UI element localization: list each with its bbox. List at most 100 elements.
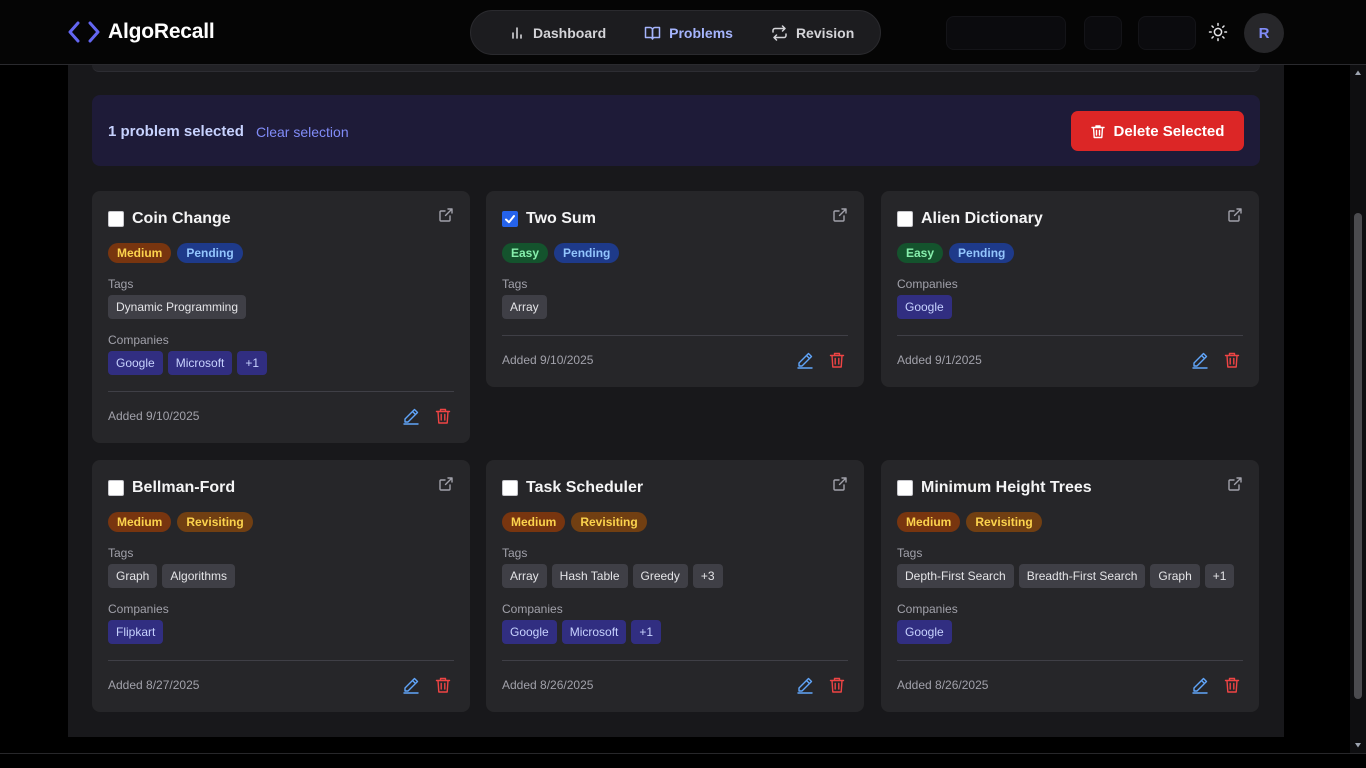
tag-chip[interactable]: Breadth-First Search — [1018, 564, 1146, 588]
open-link-button[interactable] — [438, 207, 454, 223]
tag-chip[interactable]: Dynamic Programming — [108, 295, 247, 319]
app-logo[interactable]: AlgoRecall — [68, 18, 215, 46]
companies-list: Flipkart — [108, 620, 164, 644]
bar-chart-icon — [512, 26, 522, 39]
problem-card[interactable]: Task Scheduler Medium Revisiting Tags Array H… — [486, 460, 864, 712]
trash-icon — [829, 677, 845, 693]
trash-icon — [435, 677, 451, 693]
pencil-icon — [797, 352, 813, 369]
added-date: Added 9/10/2025 — [108, 409, 200, 423]
nav-dashboard[interactable]: Dashboard — [509, 25, 606, 41]
company-chip[interactable]: Flipkart — [108, 620, 164, 644]
trash-icon — [829, 352, 845, 368]
tag-chip[interactable]: Hash Table — [551, 564, 628, 588]
edit-button[interactable] — [796, 676, 814, 694]
select-checkbox[interactable] — [897, 480, 913, 496]
select-checkbox[interactable] — [897, 211, 913, 227]
trash-icon — [1224, 677, 1240, 693]
tag-chip[interactable]: +3 — [692, 564, 723, 588]
trash-icon — [1090, 124, 1105, 138]
sun-icon — [1208, 22, 1228, 42]
select-checkbox[interactable] — [502, 480, 518, 496]
status-badge: Pending — [177, 243, 243, 263]
companies-list: Google — [897, 620, 952, 644]
company-chip[interactable]: Microsoft — [167, 351, 233, 375]
nav-problems[interactable]: Problems — [644, 25, 733, 41]
company-chip[interactable]: Google — [897, 620, 952, 644]
select-checkbox[interactable] — [108, 211, 124, 227]
edit-button[interactable] — [1191, 676, 1209, 694]
status-badge: Revisiting — [966, 512, 1042, 532]
select-checkbox[interactable] — [502, 211, 518, 227]
page-scrollbar[interactable] — [1350, 65, 1366, 753]
delete-button[interactable] — [828, 351, 846, 369]
open-link-button[interactable] — [832, 476, 848, 492]
tag-chip[interactable]: Graph — [1150, 564, 1200, 588]
open-link-button[interactable] — [832, 207, 848, 223]
scroll-down-arrow-icon[interactable] — [1354, 741, 1362, 749]
companies-label: Companies — [897, 277, 958, 291]
problem-title: Two Sum — [526, 210, 596, 227]
delete-button[interactable] — [828, 676, 846, 694]
company-chip[interactable]: +1 — [237, 351, 268, 375]
open-link-button[interactable] — [1227, 207, 1243, 223]
tag-chip[interactable]: Depth-First Search — [897, 564, 1014, 588]
delete-button[interactable] — [434, 407, 452, 425]
problem-card[interactable]: Two Sum Easy Pending Tags Array Added 9/10/20… — [486, 191, 864, 387]
tags-label: Tags — [502, 546, 528, 560]
tag-chip[interactable]: Greedy — [632, 564, 688, 588]
user-avatar[interactable]: R — [1244, 13, 1284, 53]
toolbar-button-obscured[interactable] — [1084, 16, 1122, 50]
badge-row: Medium Revisiting — [108, 512, 253, 532]
companies-label: Companies — [108, 333, 169, 347]
toolbar-button-obscured-2[interactable] — [1138, 16, 1196, 50]
delete-button[interactable] — [1223, 351, 1241, 369]
nav-revision[interactable]: Revision — [771, 25, 854, 41]
delete-selected-label: Delete Selected — [1113, 122, 1225, 140]
scroll-up-arrow-icon[interactable] — [1354, 69, 1362, 77]
status-badge: Pending — [949, 243, 1015, 263]
theme-toggle[interactable] — [1206, 20, 1230, 44]
difficulty-badge: Medium — [108, 512, 172, 532]
company-chip[interactable]: Google — [108, 351, 163, 375]
added-date: Added 8/27/2025 — [108, 678, 200, 692]
filter-panel-edge — [92, 65, 1260, 72]
bottom-edge — [0, 753, 1366, 768]
open-link-button[interactable] — [438, 476, 454, 492]
edit-button[interactable] — [796, 351, 814, 369]
top-bar: AlgoRecall Dashboard Problems Revision R — [0, 0, 1366, 65]
select-checkbox[interactable] — [108, 480, 124, 496]
external-link-icon — [439, 208, 453, 222]
clear-selection-link[interactable]: Clear selection — [256, 124, 349, 140]
company-chip[interactable]: +1 — [631, 620, 662, 644]
difficulty-badge: Medium — [108, 243, 172, 263]
edit-button[interactable] — [402, 676, 420, 694]
open-link-button[interactable] — [1227, 476, 1243, 492]
difficulty-badge: Medium — [502, 512, 566, 532]
selection-bar: 1 problem selected Clear selection Delet… — [92, 95, 1260, 166]
company-chip[interactable]: Google — [502, 620, 557, 644]
delete-button[interactable] — [434, 676, 452, 694]
edit-button[interactable] — [402, 407, 420, 425]
tag-chip[interactable]: Array — [502, 564, 547, 588]
tag-chip[interactable]: +1 — [1204, 564, 1235, 588]
problem-card[interactable]: Alien Dictionary Easy Pending Companies Goog… — [881, 191, 1259, 387]
companies-label: Companies — [897, 602, 958, 616]
book-open-icon — [644, 26, 661, 40]
delete-button[interactable] — [1223, 676, 1241, 694]
tag-chip[interactable]: Array — [502, 295, 547, 319]
added-date: Added 9/1/2025 — [897, 353, 982, 367]
problem-card[interactable]: Coin Change Medium Pending Tags Dynamic Prog… — [92, 191, 470, 443]
tag-chip[interactable]: Graph — [108, 564, 158, 588]
company-chip[interactable]: Google — [897, 295, 952, 319]
tag-chip[interactable]: Algorithms — [162, 564, 236, 588]
companies-label: Companies — [502, 602, 563, 616]
problem-card[interactable]: Minimum Height Trees Medium Revisiting Tags… — [881, 460, 1259, 712]
delete-selected-button[interactable]: Delete Selected — [1071, 111, 1244, 151]
filter-button-obscured[interactable] — [946, 16, 1066, 50]
scrollbar-thumb[interactable] — [1354, 213, 1362, 699]
problem-card[interactable]: Bellman-Ford Medium Revisiting Tags Graph Alg… — [92, 460, 470, 712]
external-link-icon — [833, 208, 847, 222]
edit-button[interactable] — [1191, 351, 1209, 369]
company-chip[interactable]: Microsoft — [561, 620, 627, 644]
